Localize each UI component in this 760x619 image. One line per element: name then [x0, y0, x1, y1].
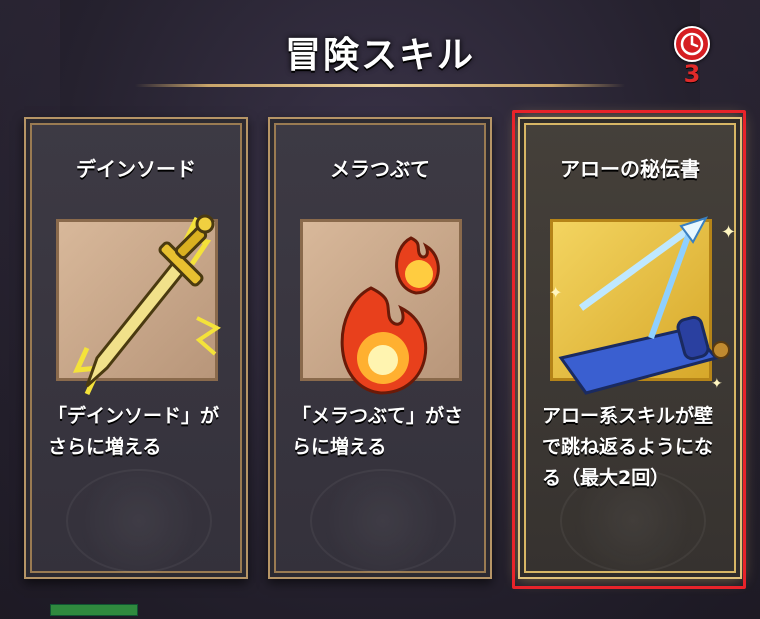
card-emblem — [66, 469, 212, 573]
description-line: さらに増える — [48, 436, 162, 458]
skill-name: メラつぶて — [330, 157, 430, 181]
screen-title: 冒険スキル — [284, 35, 475, 76]
skill-icon-frame — [56, 214, 221, 396]
selection-highlight — [512, 110, 746, 589]
skill-description: 「メラつぶて」がさ らに増える — [292, 401, 476, 463]
skill-card-mera-tsubute[interactable]: メラつぶて 「メラつぶて」がさ らに増える — [268, 117, 492, 579]
description-line: らに増える — [292, 436, 387, 458]
timer: 3 — [672, 26, 712, 96]
skill-card-dein-sword[interactable]: デインソード 「デインソード」が さらに増える — [24, 117, 248, 579]
card-emblem — [310, 469, 456, 573]
description-line: 「メラつぶて」がさ — [292, 405, 464, 427]
title-divider — [135, 84, 625, 87]
clock-icon — [674, 26, 710, 62]
fireballs-icon — [340, 236, 440, 395]
health-bar — [50, 604, 138, 616]
skill-icon-frame — [300, 219, 462, 395]
timer-count: 3 — [683, 60, 701, 88]
skill-name: デインソード — [76, 157, 196, 181]
description-line: 「デインソード」が — [48, 405, 220, 427]
lightning-sword-icon — [72, 214, 221, 396]
skill-description: 「デインソード」が さらに増える — [48, 401, 232, 463]
